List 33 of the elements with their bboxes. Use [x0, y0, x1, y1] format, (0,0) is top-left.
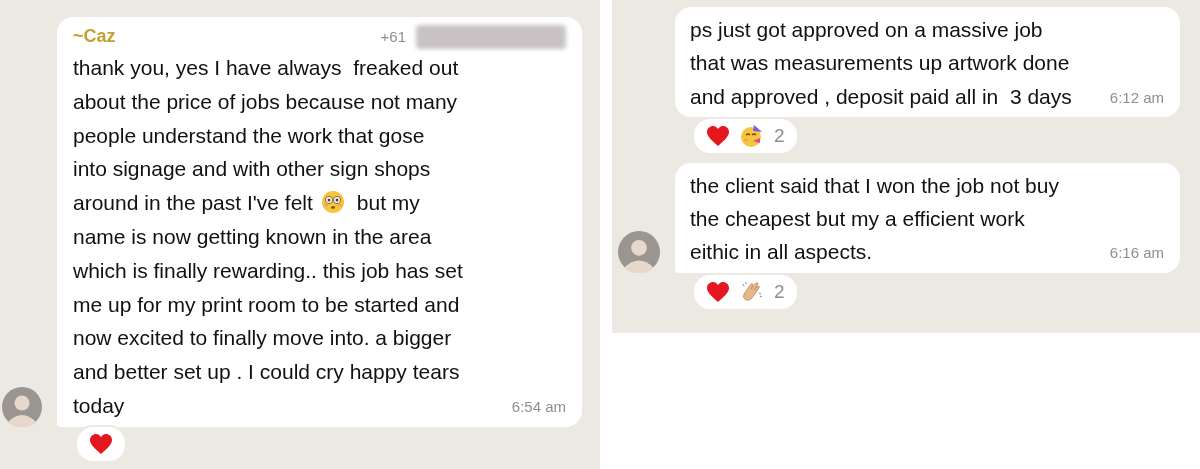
message-text: that was measurements up artwork done: [690, 51, 1070, 75]
message-text: me up for my print room to be started and: [73, 292, 460, 316]
reaction-pill[interactable]: 2: [692, 116, 799, 155]
heart-icon: [89, 431, 113, 456]
party-face-icon: [740, 123, 764, 148]
message-text: now excited to finally move into. a bigger: [73, 326, 452, 350]
message-text: and approved , deposit paid all in 3 days: [690, 84, 1072, 108]
message-text: and better set up . I could cry happy tears: [73, 360, 460, 384]
reaction-count: 2: [774, 280, 785, 303]
message-time: 6:54 am: [511, 396, 566, 417]
message-text: into signage and with other sign shops: [73, 157, 431, 181]
message-text: about the price of jobs because not many: [73, 89, 458, 113]
reaction-pill[interactable]: 2: [692, 272, 799, 311]
clapping-hands-icon: [740, 279, 764, 304]
message-time: 6:16 am: [1109, 243, 1164, 264]
message-text: name is now getting known in the area: [73, 225, 432, 248]
message-text: people understand the work that gose: [73, 123, 425, 147]
message-time: 6:12 am: [1109, 87, 1164, 108]
sender-name: ~Caz: [73, 25, 116, 49]
flushed-face-icon: [320, 190, 345, 215]
message-text: today: [73, 393, 125, 417]
reaction-count: 2: [774, 124, 785, 147]
message-text: but my: [356, 191, 420, 215]
phone-number: +61: [380, 27, 406, 48]
message-text: eithic in all aspects.: [690, 240, 873, 264]
message-text: which is finally rewarding.. this job has set: [73, 258, 463, 282]
heart-icon: [706, 123, 730, 148]
message-text: thank you, yes I have always freaked out: [73, 56, 459, 79]
message-text: the cheapest but my a efficient work: [690, 207, 1025, 231]
heart-icon: [706, 279, 730, 304]
message-text: around in the past I've felt: [73, 191, 313, 215]
message-text: ps just got approved on a massive job: [690, 18, 1043, 41]
message-text: the client said that I won the job not buy: [690, 173, 1059, 197]
